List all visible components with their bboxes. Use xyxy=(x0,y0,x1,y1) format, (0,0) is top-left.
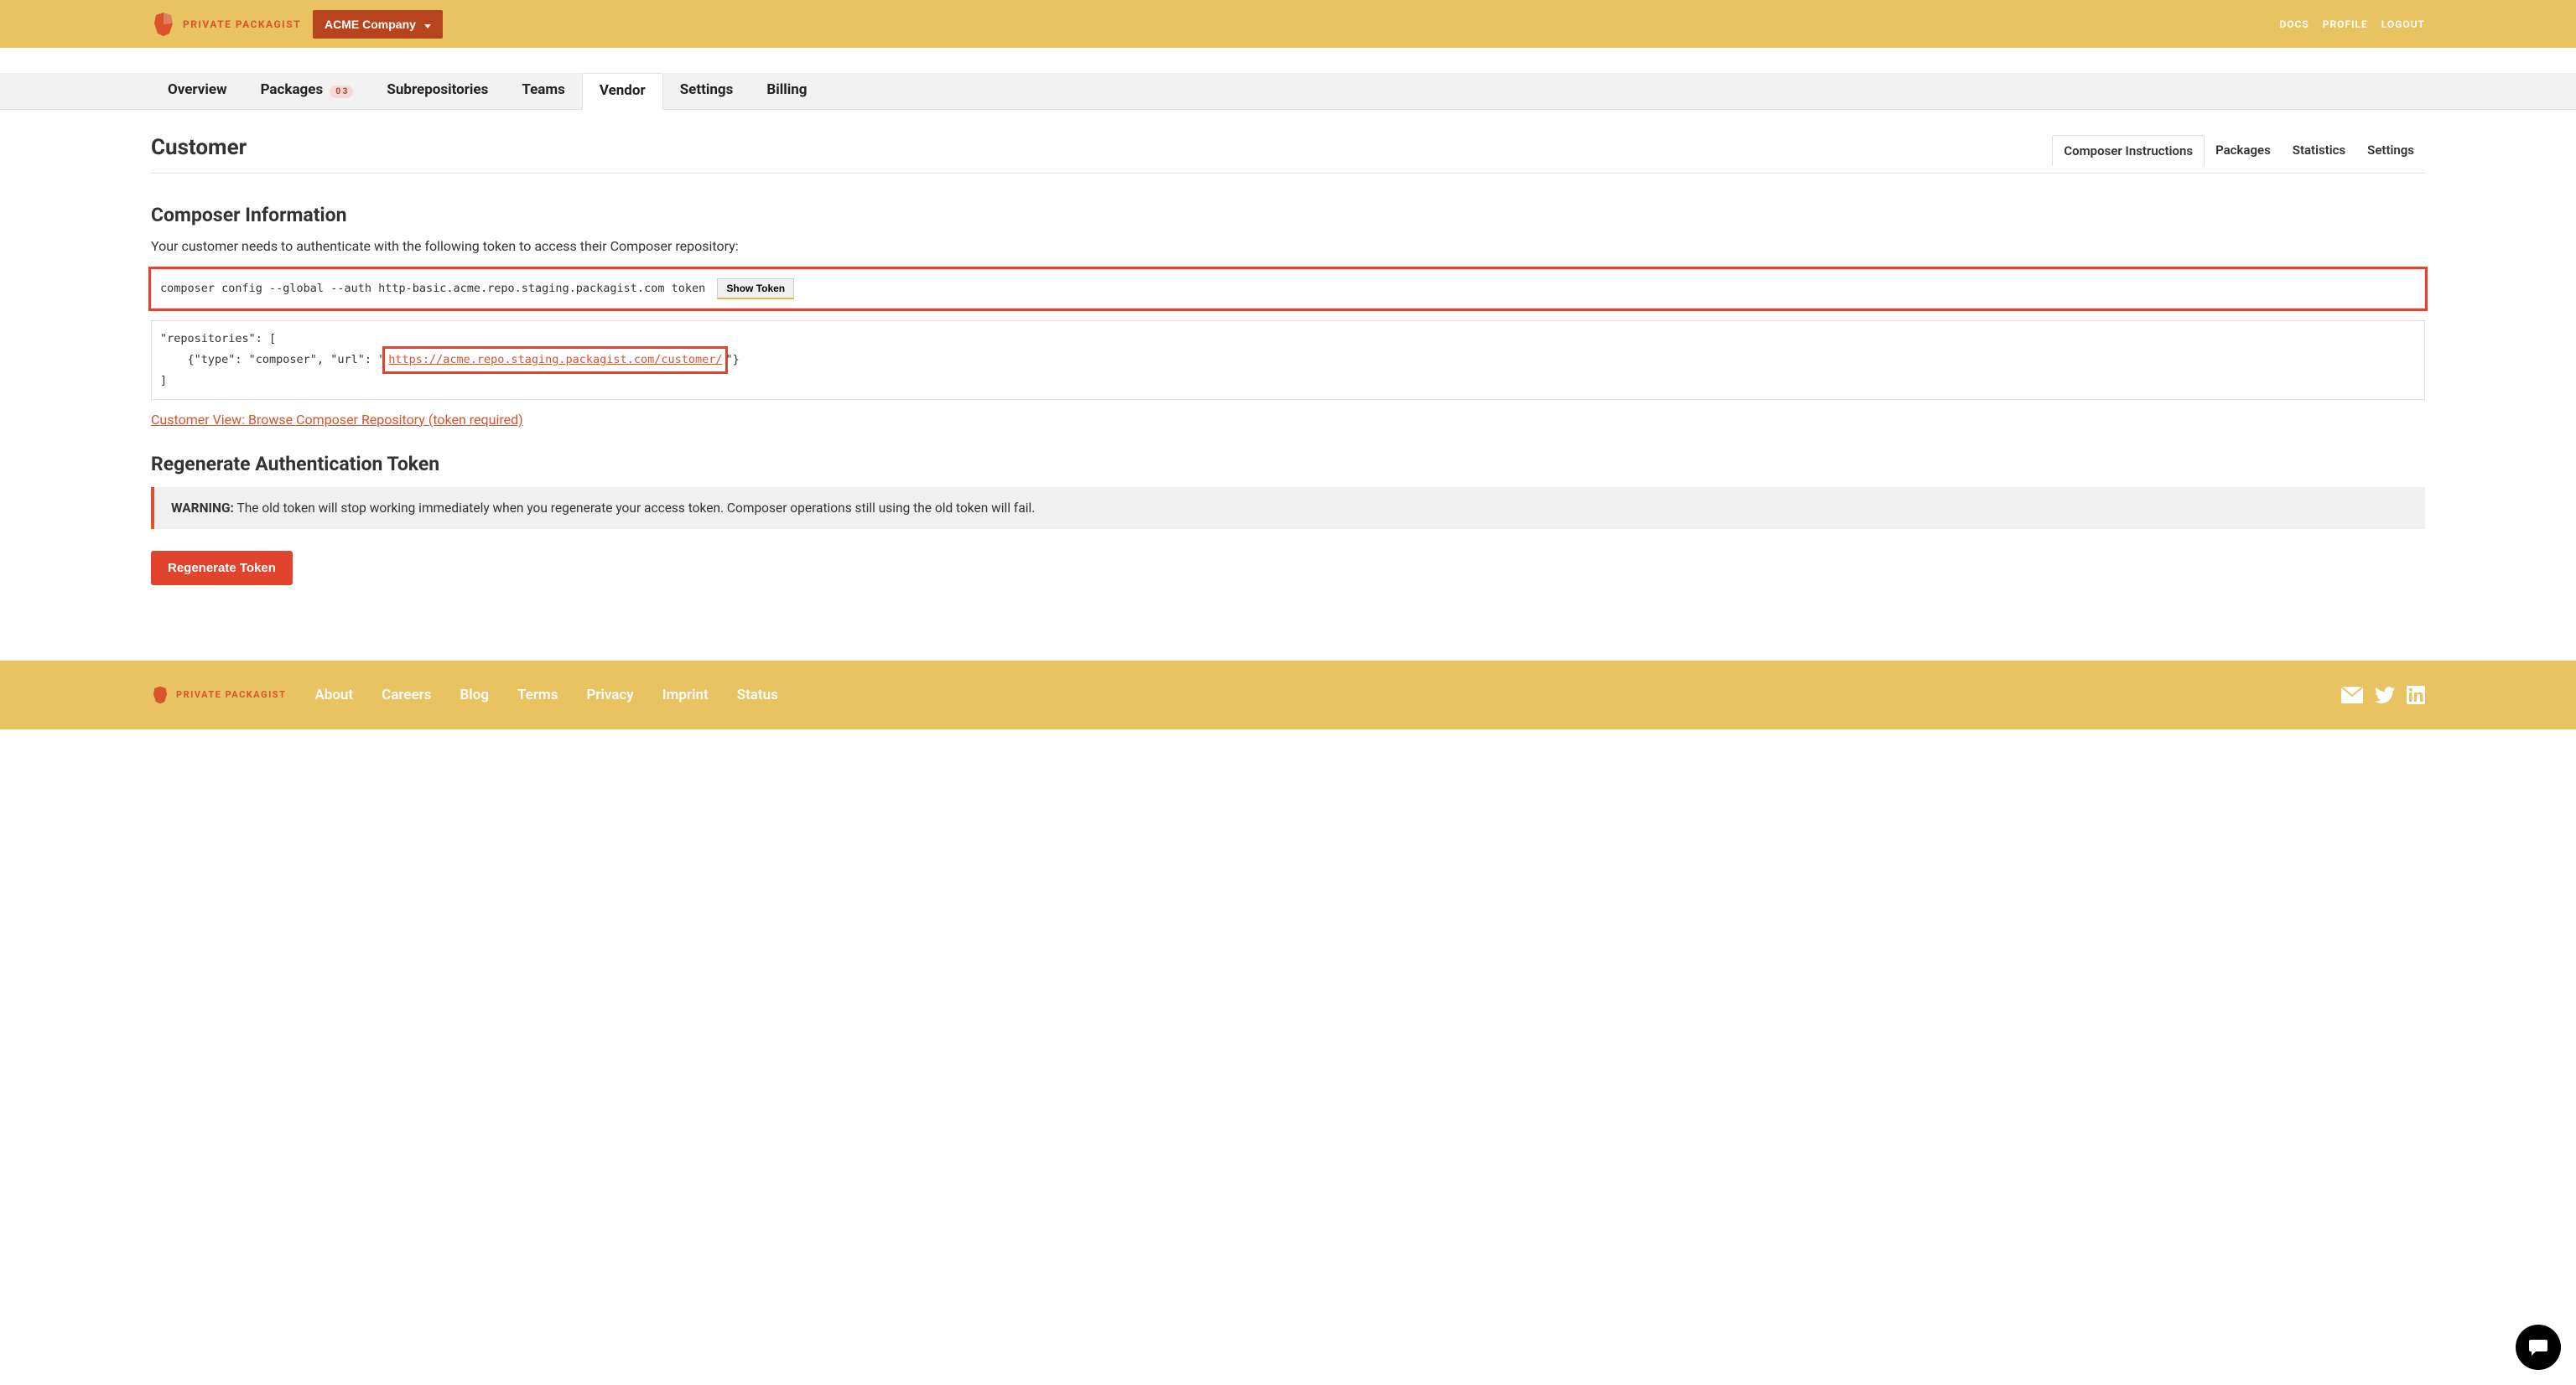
warning-text: The old token will stop working immediat… xyxy=(234,501,1035,516)
warning-label: WARNING: xyxy=(171,501,234,516)
chat-widget-button[interactable] xyxy=(2516,1325,2561,1370)
footer: PRIVATE PACKAGIST About Careers Blog Ter… xyxy=(0,661,2576,729)
top-header: PRIVATE PACKAGIST ACME Company DOCS PROF… xyxy=(0,0,2576,48)
page-title: Customer xyxy=(151,135,247,160)
subtab-packages[interactable]: Packages xyxy=(2205,135,2282,166)
footer-privacy[interactable]: Privacy xyxy=(586,687,633,703)
composer-info-desc: Your customer needs to authenticate with… xyxy=(151,238,2425,254)
repository-url-link[interactable]: https://acme.repo.staging.packagist.com/… xyxy=(385,349,725,371)
company-selector-button[interactable]: ACME Company xyxy=(313,10,443,39)
tab-billing[interactable]: Billing xyxy=(750,73,823,109)
show-token-button[interactable]: Show Token xyxy=(717,278,794,299)
page-content: Customer Composer Instructions Packages … xyxy=(0,110,2576,585)
repo-json-prefix: "repositories": [ {"type": "composer", "… xyxy=(160,332,385,366)
subtab-settings[interactable]: Settings xyxy=(2356,135,2425,166)
twitter-icon[interactable] xyxy=(2375,687,2395,703)
footer-careers[interactable]: Careers xyxy=(382,687,431,703)
repositories-json-box: "repositories": [ {"type": "composer", "… xyxy=(151,320,2425,400)
regenerate-heading: Regenerate Authentication Token xyxy=(151,453,2425,475)
footer-blog[interactable]: Blog xyxy=(460,687,490,703)
tab-vendor[interactable]: Vendor xyxy=(582,73,663,110)
company-name: ACME Company xyxy=(325,18,416,31)
tab-overview[interactable]: Overview xyxy=(151,73,244,109)
mail-icon[interactable] xyxy=(2341,687,2363,703)
main-nav: Overview Packages 0 3 Subrepositories Te… xyxy=(0,73,2576,110)
tab-settings[interactable]: Settings xyxy=(663,73,750,109)
brand-text: PRIVATE PACKAGIST xyxy=(183,18,301,30)
chevron-down-icon xyxy=(424,18,431,31)
composer-info-heading: Composer Information xyxy=(151,204,2425,226)
tab-subrepositories[interactable]: Subrepositories xyxy=(370,73,505,109)
footer-terms[interactable]: Terms xyxy=(517,687,558,703)
logout-link[interactable]: LOGOUT xyxy=(2381,18,2425,30)
subtab-composer[interactable]: Composer Instructions xyxy=(2052,135,2205,166)
auth-command-box: composer config --global --auth http-bas… xyxy=(151,269,2425,309)
footer-logo[interactable]: PRIVATE PACKAGIST xyxy=(151,686,286,704)
chat-icon xyxy=(2527,1336,2549,1358)
auth-command-text: composer config --global --auth http-bas… xyxy=(160,282,705,295)
tab-packages-label: Packages xyxy=(261,81,324,98)
page-header: Customer Composer Instructions Packages … xyxy=(151,135,2425,174)
footer-imprint[interactable]: Imprint xyxy=(662,687,709,703)
regenerate-token-button[interactable]: Regenerate Token xyxy=(151,551,293,585)
packagist-logo-icon xyxy=(151,686,169,704)
tab-packages[interactable]: Packages 0 3 xyxy=(244,73,371,109)
footer-social xyxy=(2341,686,2425,704)
header-right: DOCS PROFILE LOGOUT xyxy=(2279,18,2425,30)
footer-left: PRIVATE PACKAGIST About Careers Blog Ter… xyxy=(151,686,778,704)
warning-box: WARNING: The old token will stop working… xyxy=(151,487,2425,529)
footer-brand-text: PRIVATE PACKAGIST xyxy=(176,689,286,700)
nav-tabs: Overview Packages 0 3 Subrepositories Te… xyxy=(151,73,2425,109)
packagist-logo-icon xyxy=(151,12,176,37)
linkedin-icon[interactable] xyxy=(2407,686,2425,704)
sub-tabs: Composer Instructions Packages Statistic… xyxy=(2052,135,2425,166)
subtab-statistics[interactable]: Statistics xyxy=(2282,135,2356,166)
logo[interactable]: PRIVATE PACKAGIST xyxy=(151,12,301,37)
customer-view-link[interactable]: Customer View: Browse Composer Repositor… xyxy=(151,412,523,428)
tab-teams[interactable]: Teams xyxy=(505,73,582,109)
docs-link[interactable]: DOCS xyxy=(2279,18,2309,30)
packages-badge: 0 3 xyxy=(330,86,353,98)
header-left: PRIVATE PACKAGIST ACME Company xyxy=(151,10,443,39)
footer-about[interactable]: About xyxy=(314,687,353,703)
profile-link[interactable]: PROFILE xyxy=(2323,18,2368,30)
footer-status[interactable]: Status xyxy=(737,687,778,703)
